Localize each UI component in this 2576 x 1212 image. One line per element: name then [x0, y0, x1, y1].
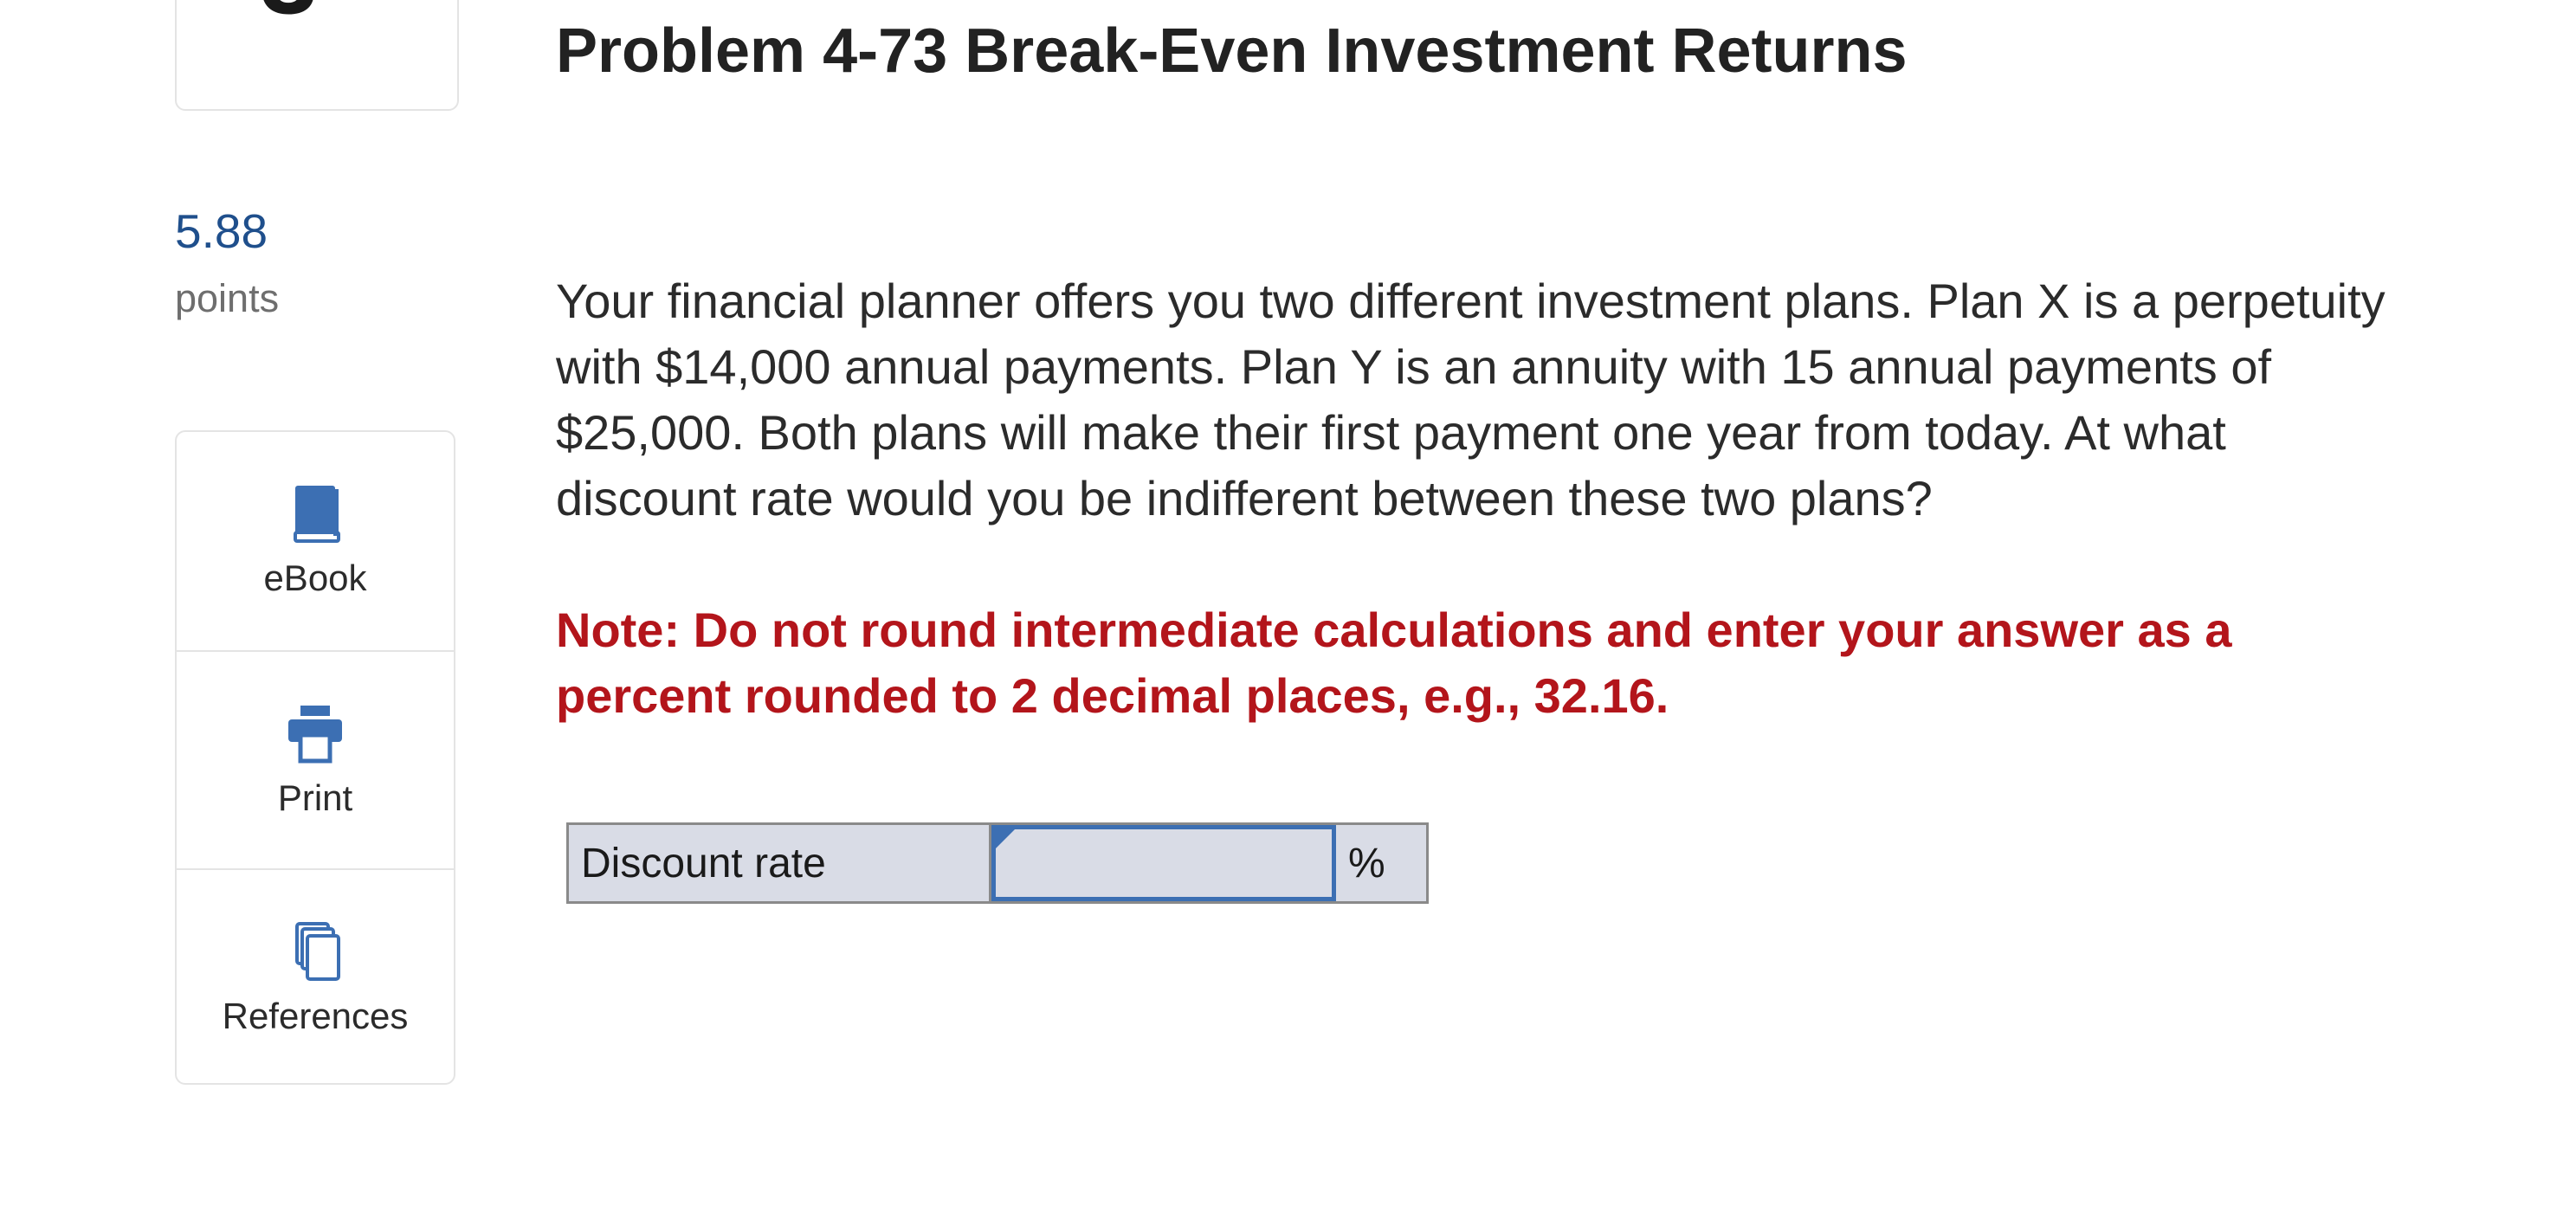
answer-input-cell [991, 825, 1336, 901]
copy-documents-icon [295, 922, 340, 981]
problem-note: Note: Do not round intermediate calculat… [556, 603, 2232, 723]
points-value: 5.88 [175, 204, 268, 258]
tools-panel: eBook Print References [175, 430, 455, 1085]
input-flag-icon [996, 829, 1015, 848]
answer-label: Discount rate [569, 825, 991, 901]
print-label: Print [277, 777, 353, 818]
answer-table: Discount rate % [566, 822, 1429, 904]
references-label: References [222, 996, 409, 1036]
ebook-label: eBook [263, 558, 367, 598]
question-number: 3 [260, 0, 318, 29]
print-button[interactable]: Print [177, 650, 454, 869]
answer-unit: % [1348, 840, 1385, 886]
problem-title: Problem 4-73 Break-Even Investment Retur… [556, 16, 1908, 86]
question-number-card: 3 [175, 0, 459, 111]
references-button[interactable]: References [177, 868, 454, 1087]
discount-rate-input[interactable] [996, 829, 1332, 897]
problem-statement: Your financial planner offers you two di… [556, 274, 2386, 525]
book-icon [294, 486, 340, 543]
ebook-button[interactable]: eBook [177, 432, 454, 649]
points-label: points [175, 276, 280, 320]
printer-icon [288, 706, 342, 764]
